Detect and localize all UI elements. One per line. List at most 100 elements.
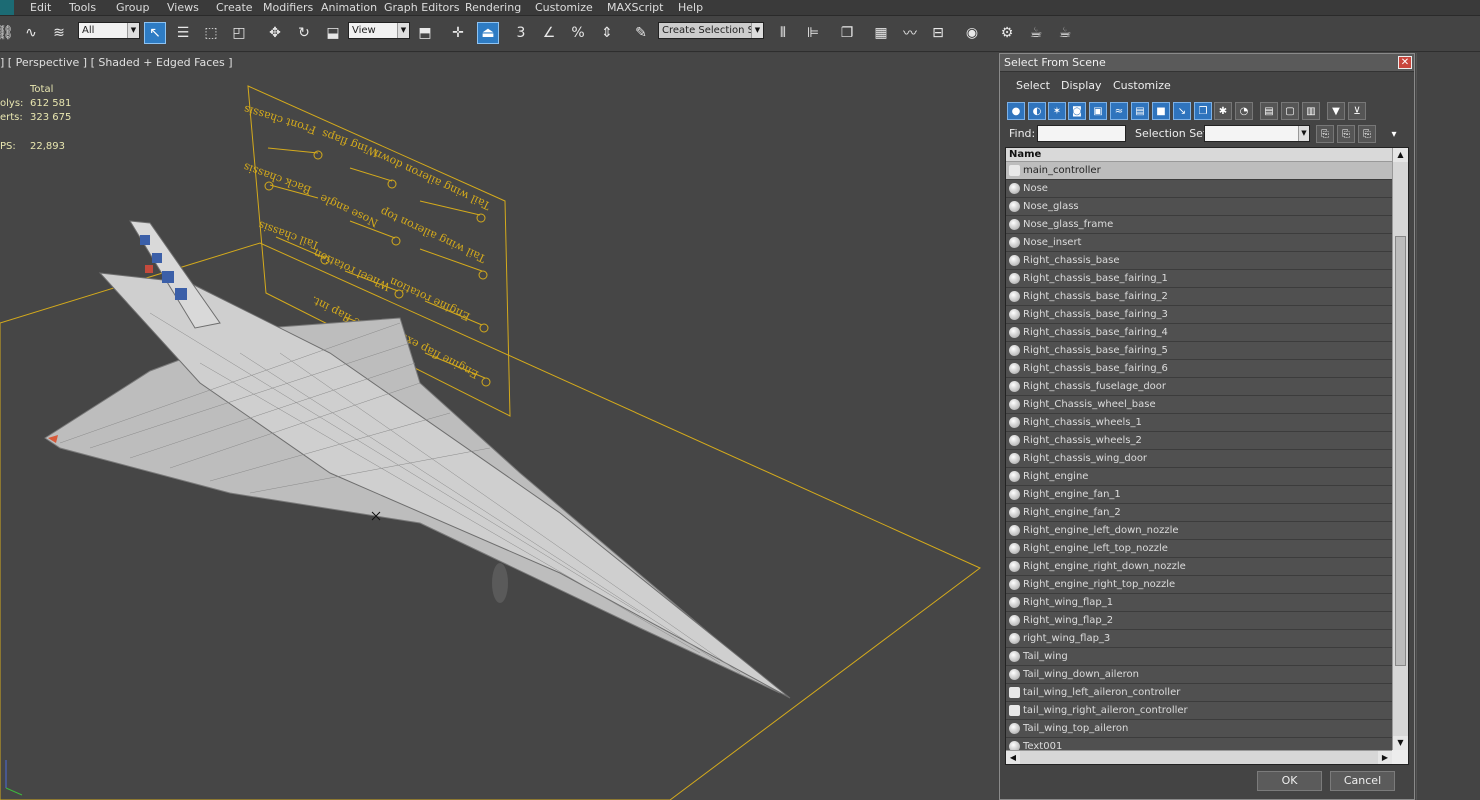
list-item[interactable]: Right_Chassis_wheel_base (1006, 396, 1392, 414)
named-selection-sets-input[interactable]: Create Selection Se ▼ (658, 22, 764, 39)
menu-group[interactable]: Group (116, 1, 150, 14)
list-item[interactable]: Nose_glass (1006, 198, 1392, 216)
select-manipulate-icon[interactable]: ✛ (447, 22, 469, 44)
geometry-filter-icon[interactable]: ● (1007, 102, 1025, 120)
list-item[interactable]: Right_chassis_base_fairing_2 (1006, 288, 1392, 306)
dialog-menu-customize[interactable]: Customize (1113, 79, 1171, 92)
menu-help[interactable]: Help (678, 1, 703, 14)
frozen-filter-icon[interactable]: ✱ (1214, 102, 1232, 120)
lights-filter-icon[interactable]: ✶ (1048, 102, 1066, 120)
reference-coordinate-select[interactable]: View ▼ (348, 22, 410, 39)
list-item[interactable]: Right_engine_fan_2 (1006, 504, 1392, 522)
menu-tools[interactable]: Tools (69, 1, 96, 14)
helpers-filter-icon[interactable]: ▣ (1089, 102, 1107, 120)
list-item[interactable]: Right_chassis_base (1006, 252, 1392, 270)
dialog-titlebar[interactable]: Select From Scene ✕ (1000, 54, 1414, 72)
menu-create[interactable]: Create (216, 1, 253, 14)
menu-customize[interactable]: Customize (535, 1, 593, 14)
menu-rendering[interactable]: Rendering (465, 1, 521, 14)
keyboard-shortcut-override-icon[interactable]: ⏏ (477, 22, 499, 44)
scroll-down-icon[interactable]: ▼ (1393, 736, 1408, 750)
scroll-left-icon[interactable]: ◀ (1006, 751, 1020, 764)
list-item[interactable]: Right_chassis_base_fairing_3 (1006, 306, 1392, 324)
remove-selection-set-icon[interactable]: ⎘ (1358, 125, 1376, 143)
display-none-icon[interactable]: ▢ (1281, 102, 1299, 120)
unlink-icon[interactable]: ∿ (20, 22, 42, 44)
vertical-scrollbar[interactable]: ▲ ▼ (1392, 148, 1408, 750)
list-item[interactable]: Right_engine_right_top_nozzle (1006, 576, 1392, 594)
cameras-filter-icon[interactable]: ◙ (1068, 102, 1086, 120)
scroll-up-icon[interactable]: ▲ (1393, 148, 1408, 162)
schematic-view-icon[interactable]: ⊟ (927, 22, 949, 44)
mirror-icon[interactable]: ⫴ (772, 22, 794, 44)
menu-modifiers[interactable]: Modifiers (263, 1, 313, 14)
options-chevron-icon[interactable]: ▾ (1385, 125, 1403, 143)
material-editor-icon[interactable]: ◉ (961, 22, 983, 44)
percent-snap-icon[interactable]: % (567, 22, 589, 44)
list-item[interactable]: main_controller (1006, 162, 1392, 180)
list-item[interactable]: Right_chassis_wing_door (1006, 450, 1392, 468)
spacewarps-filter-icon[interactable]: ≈ (1110, 102, 1128, 120)
dialog-menu-select[interactable]: Select (1016, 79, 1050, 92)
graphite-ribbon-icon[interactable]: ▦ (870, 22, 892, 44)
layer-manager-icon[interactable]: ❐ (836, 22, 858, 44)
rect-selection-icon[interactable]: ⬚ (200, 22, 222, 44)
list-item[interactable]: Right_engine_left_down_nozzle (1006, 522, 1392, 540)
list-item[interactable]: Right_engine_left_top_nozzle (1006, 540, 1392, 558)
list-item[interactable]: Right_chassis_fuselage_door (1006, 378, 1392, 396)
list-item[interactable]: Right_engine (1006, 468, 1392, 486)
groups-filter-icon[interactable]: ▤ (1131, 102, 1149, 120)
list-item[interactable]: tail_wing_right_aileron_controller (1006, 702, 1392, 720)
list-item[interactable]: Right_chassis_base_fairing_1 (1006, 270, 1392, 288)
list-item[interactable]: Nose_glass_frame (1006, 216, 1392, 234)
close-icon[interactable]: ✕ (1398, 56, 1412, 69)
hidden-filter-icon[interactable]: ◔ (1235, 102, 1253, 120)
menu-animation[interactable]: Animation (321, 1, 377, 14)
list-item[interactable]: Right_chassis_wheels_2 (1006, 432, 1392, 450)
shapes-filter-icon[interactable]: ◐ (1028, 102, 1046, 120)
app-logo-icon[interactable] (0, 0, 14, 15)
link-icon[interactable]: ⛓ (0, 22, 16, 44)
scroll-right-icon[interactable]: ▶ (1378, 751, 1392, 764)
horizontal-scrollbar[interactable]: ◀ ▶ (1006, 750, 1392, 764)
cancel-button[interactable]: Cancel (1330, 771, 1395, 791)
list-item[interactable]: Right_chassis_base_fairing_6 (1006, 360, 1392, 378)
rotate-icon[interactable]: ↻ (293, 22, 315, 44)
dialog-menu-display[interactable]: Display (1061, 79, 1102, 92)
menu-views[interactable]: Views (167, 1, 199, 14)
list-item[interactable]: Tail_wing (1006, 648, 1392, 666)
snap-toggle-icon[interactable]: 3 (510, 22, 532, 44)
list-item[interactable]: Right_chassis_wheels_1 (1006, 414, 1392, 432)
list-item[interactable]: Tail_wing_top_aileron (1006, 720, 1392, 738)
window-crossing-icon[interactable]: ◰ (228, 22, 250, 44)
list-item[interactable]: Right_wing_flap_1 (1006, 594, 1392, 612)
containers-filter-icon[interactable]: ❐ (1194, 102, 1212, 120)
align-icon[interactable]: ⊫ (802, 22, 824, 44)
move-icon[interactable]: ✥ (264, 22, 286, 44)
ok-button[interactable]: OK (1257, 771, 1322, 791)
display-all-icon[interactable]: ▤ (1260, 102, 1278, 120)
select-by-name-icon[interactable]: ☰ (172, 22, 194, 44)
list-item[interactable]: Right_chassis_base_fairing_4 (1006, 324, 1392, 342)
curve-editor-icon[interactable]: 〰 (899, 22, 921, 44)
column-header-name[interactable]: Name (1006, 148, 1392, 162)
select-object-icon[interactable]: ↖ (144, 22, 166, 44)
list-item[interactable]: Right_chassis_base_fairing_5 (1006, 342, 1392, 360)
render-setup-icon[interactable]: ⚙ (996, 22, 1018, 44)
menu-graph-editors[interactable]: Graph Editors (384, 1, 460, 14)
xrefs-filter-icon[interactable]: ■ (1152, 102, 1170, 120)
pivot-center-icon[interactable]: ⬒ (414, 22, 436, 44)
create-selection-set-icon[interactable]: ⎘ (1316, 125, 1334, 143)
menu-maxscript[interactable]: MAXScript (607, 1, 663, 14)
render-production-icon[interactable]: ☕ (1054, 22, 1076, 44)
sort-filter-icon[interactable]: ⊻ (1348, 102, 1366, 120)
list-item[interactable]: Right_engine_right_down_nozzle (1006, 558, 1392, 576)
list-item[interactable]: Right_wing_flap_2 (1006, 612, 1392, 630)
list-item[interactable]: Tail_wing_down_aileron (1006, 666, 1392, 684)
filter-icon[interactable]: ▼ (1327, 102, 1345, 120)
display-invert-icon[interactable]: ▥ (1302, 102, 1320, 120)
bones-filter-icon[interactable]: ↘ (1173, 102, 1191, 120)
list-item[interactable]: Right_engine_fan_1 (1006, 486, 1392, 504)
edit-named-selection-icon[interactable]: ✎ (630, 22, 652, 44)
list-item[interactable]: right_wing_flap_3 (1006, 630, 1392, 648)
